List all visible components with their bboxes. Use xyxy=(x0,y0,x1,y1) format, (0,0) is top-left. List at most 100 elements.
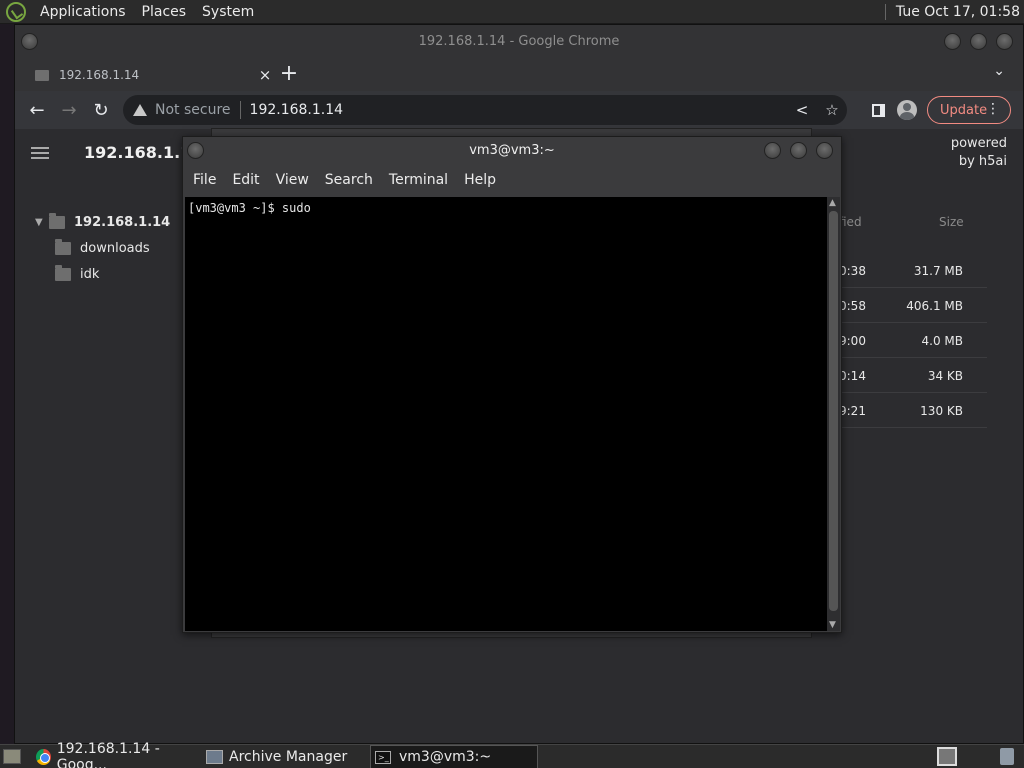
tree-item-label: idk xyxy=(80,266,100,282)
workspace-switcher[interactable] xyxy=(937,747,957,766)
tab-title: 192.168.1.14 xyxy=(59,68,140,82)
file-modified: 0:38 xyxy=(839,264,866,278)
file-modified: 0:58 xyxy=(839,299,866,313)
table-row[interactable]: 0:14 34 KB xyxy=(835,358,987,393)
table-row[interactable]: 9:00 4.0 MB xyxy=(835,323,987,358)
window-menu-button[interactable] xyxy=(21,33,38,50)
system-menu[interactable]: System xyxy=(194,4,262,20)
taskbar-item-label: vm3@vm3:~ xyxy=(399,749,492,765)
terminal-output[interactable]: [vm3@vm3 ~]$ sudo xyxy=(185,197,827,631)
chrome-window-title: 192.168.1.14 - Google Chrome xyxy=(418,34,620,49)
file-size: 31.7 MB xyxy=(913,264,963,278)
url-text[interactable]: 192.168.1.14 xyxy=(250,102,344,118)
profile-avatar-icon[interactable] xyxy=(897,100,917,120)
hamburger-menu-icon[interactable] xyxy=(31,147,49,159)
terminal-titlebar[interactable]: vm3@vm3:~ xyxy=(183,137,841,165)
scroll-up-arrow-icon[interactable]: ▲ xyxy=(829,198,836,208)
tree-item-root[interactable]: ▼ 192.168.1.14 xyxy=(35,209,170,235)
applications-menu[interactable]: Applications xyxy=(32,4,134,20)
file-modified: 9:21 xyxy=(839,404,866,418)
folder-icon xyxy=(35,69,49,81)
file-modified: 9:00 xyxy=(839,334,866,348)
taskbar-item-terminal[interactable]: >_ vm3@vm3:~ xyxy=(370,745,538,768)
taskbar-item-label: 192.168.1.14 - Goog... xyxy=(56,741,160,768)
table-row[interactable]: 0:38 31.7 MB xyxy=(835,253,987,288)
minimize-button[interactable] xyxy=(764,142,781,159)
tab-close-icon[interactable]: × xyxy=(255,66,275,84)
terminal-window: vm3@vm3:~ File Edit View Search Terminal… xyxy=(182,136,842,633)
new-tab-button[interactable]: + xyxy=(277,61,301,86)
panel-separator xyxy=(884,3,886,20)
update-label: Update xyxy=(940,102,988,118)
taskbar-item-chrome[interactable]: 192.168.1.14 - Goog... xyxy=(32,741,202,768)
trash-icon[interactable] xyxy=(1000,748,1014,765)
folder-icon xyxy=(55,238,71,255)
terminal-title: vm3@vm3:~ xyxy=(469,143,555,158)
chevron-down-icon[interactable]: ▼ xyxy=(35,217,49,228)
tree-item-idk[interactable]: idk xyxy=(35,261,170,287)
forward-arrow-icon[interactable]: → xyxy=(53,100,85,121)
terminal-prompt-line: [vm3@vm3 ~]$ sudo xyxy=(188,201,311,215)
chrome-icon xyxy=(36,749,51,765)
folder-tree: ▼ 192.168.1.14 downloads idk xyxy=(35,209,170,287)
taskbar-item-label: Archive Manager xyxy=(229,749,348,765)
file-size: 406.1 MB xyxy=(906,299,963,313)
show-desktop-icon[interactable] xyxy=(3,749,21,764)
tree-root-label: 192.168.1.14 xyxy=(74,214,171,230)
distro-logo-icon[interactable] xyxy=(6,1,26,22)
security-label[interactable]: Not secure xyxy=(155,102,231,118)
bookmark-star-icon[interactable]: ☆ xyxy=(817,101,847,119)
maximize-button[interactable] xyxy=(970,33,987,50)
column-header-modified[interactable]: fied xyxy=(839,215,862,229)
tab-strip: 192.168.1.14 × + ⌄ xyxy=(15,59,1023,91)
scrollbar-thumb[interactable] xyxy=(829,211,838,611)
browser-toolbar: ← → ↻ Not secure 192.168.1.14 < ☆ Update… xyxy=(15,91,1023,129)
menu-help[interactable]: Help xyxy=(456,172,504,188)
address-bar[interactable]: Not secure 192.168.1.14 < ☆ xyxy=(123,95,847,125)
omnibox-separator xyxy=(239,101,241,119)
chrome-titlebar[interactable]: 192.168.1.14 - Google Chrome xyxy=(15,25,1023,59)
menu-edit[interactable]: Edit xyxy=(224,172,267,188)
maximize-button[interactable] xyxy=(790,142,807,159)
menu-search[interactable]: Search xyxy=(317,172,381,188)
bottom-taskbar: 192.168.1.14 - Goog... Archive Manager >… xyxy=(0,741,1024,768)
window-menu-button[interactable] xyxy=(187,142,204,159)
file-size: 34 KB xyxy=(927,369,963,383)
table-row[interactable]: 0:58 406.1 MB xyxy=(835,288,987,323)
minimize-button[interactable] xyxy=(944,33,961,50)
update-button[interactable]: Update ⋮ xyxy=(927,96,1011,124)
archive-manager-icon xyxy=(206,750,223,764)
terminal-menubar: File Edit View Search Terminal Help xyxy=(183,165,841,195)
close-button[interactable] xyxy=(996,33,1013,50)
menu-view[interactable]: View xyxy=(268,172,317,188)
browser-tab[interactable]: 192.168.1.14 × xyxy=(27,59,275,91)
powered-by-h5ai[interactable]: powered by h5ai xyxy=(951,135,1007,171)
taskbar-item-archive-manager[interactable]: Archive Manager xyxy=(202,745,370,768)
file-size: 130 KB xyxy=(920,404,963,418)
reload-icon[interactable]: ↻ xyxy=(85,100,117,121)
powered-line-1: powered xyxy=(950,136,1007,151)
panel-clock[interactable]: Tue Oct 17, 01:58 xyxy=(896,4,1020,20)
menu-terminal[interactable]: Terminal xyxy=(381,172,456,188)
back-arrow-icon[interactable]: ← xyxy=(21,100,53,121)
close-button[interactable] xyxy=(816,142,833,159)
terminal-scrollbar[interactable]: ▲ ▼ xyxy=(827,197,840,631)
tab-search-button[interactable]: ⌄ xyxy=(993,63,1005,79)
column-header-size[interactable]: Size xyxy=(939,215,964,229)
share-icon[interactable]: < xyxy=(787,101,817,119)
file-modified: 0:14 xyxy=(839,369,866,383)
warning-icon xyxy=(133,104,147,116)
tree-item-label: downloads xyxy=(80,240,150,256)
menu-file[interactable]: File xyxy=(185,172,224,188)
table-row[interactable]: 9:21 130 KB xyxy=(835,393,987,428)
kebab-menu-icon[interactable]: ⋮ xyxy=(986,101,1000,117)
places-menu[interactable]: Places xyxy=(134,4,195,20)
file-size: 4.0 MB xyxy=(921,334,963,348)
tree-item-downloads[interactable]: downloads xyxy=(35,235,170,261)
top-panel: Applications Places System Tue Oct 17, 0… xyxy=(0,0,1024,24)
folder-icon xyxy=(49,212,65,229)
folder-icon xyxy=(55,264,71,281)
scroll-down-arrow-icon[interactable]: ▼ xyxy=(829,620,836,630)
side-panel-icon[interactable] xyxy=(872,104,885,117)
powered-line-2: by h5ai xyxy=(958,154,1007,169)
